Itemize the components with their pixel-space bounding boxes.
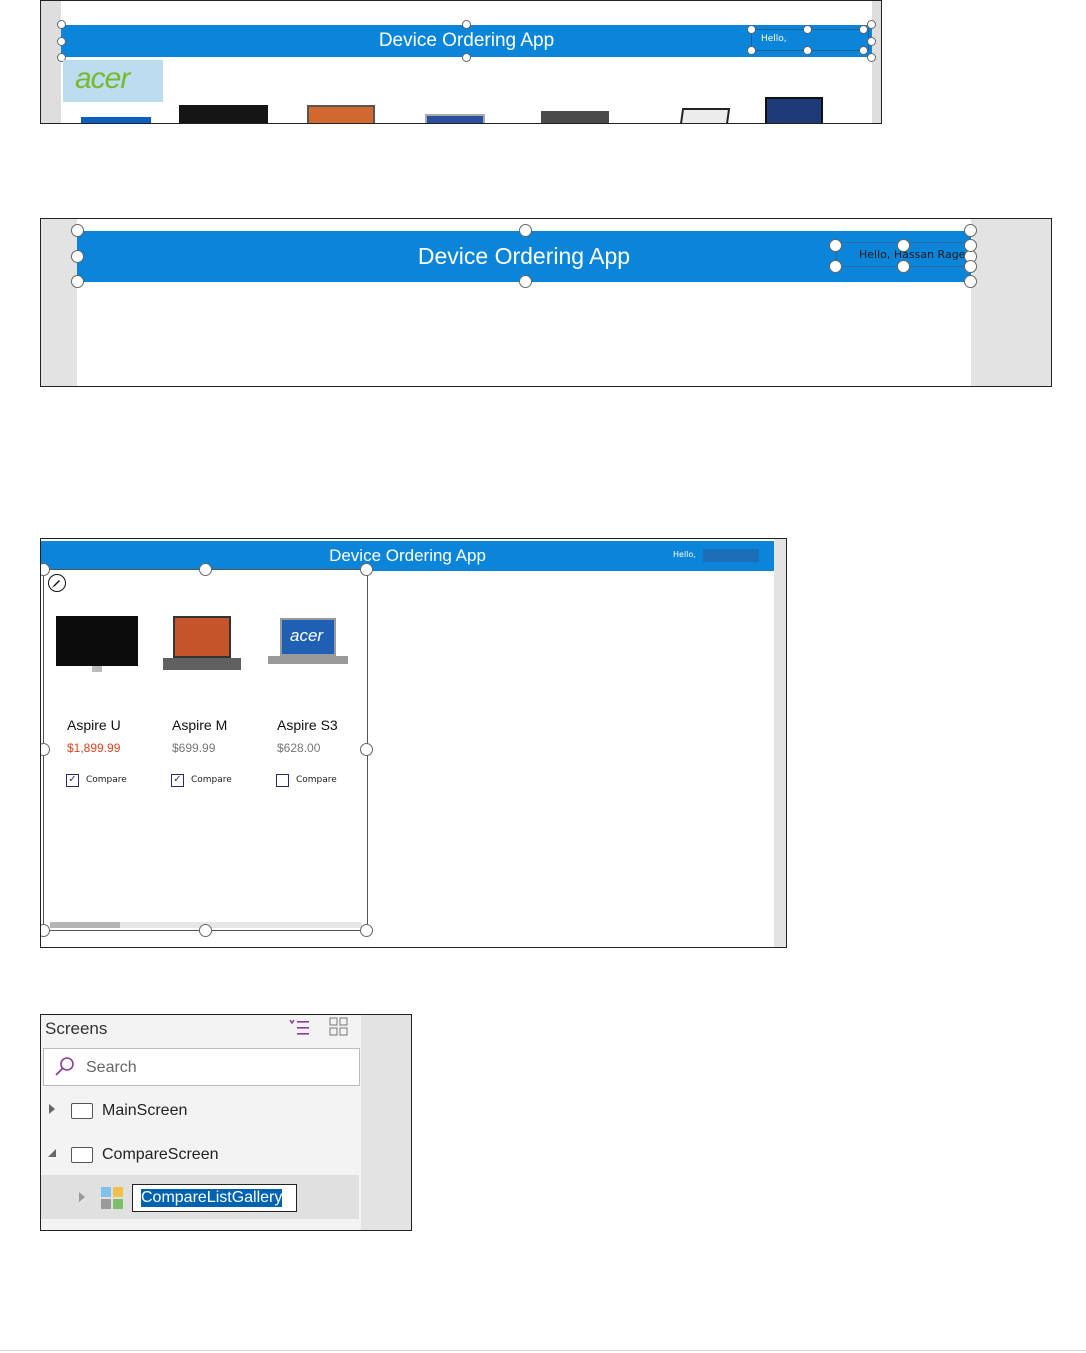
screen-icon xyxy=(71,1147,93,1163)
resize-handle[interactable] xyxy=(360,563,373,576)
product-price: $1,899.99 xyxy=(67,741,121,755)
resize-handle[interactable] xyxy=(829,239,842,252)
resize-handle[interactable] xyxy=(897,239,910,252)
search-input[interactable]: Search xyxy=(43,1048,360,1086)
product-name: Aspire U xyxy=(67,717,121,733)
app-title: Device Ordering App xyxy=(329,546,486,565)
resize-handle[interactable] xyxy=(867,53,876,62)
resize-handle[interactable] xyxy=(71,250,84,263)
monitor-image xyxy=(56,616,138,672)
rename-input-text: CompareListGallery xyxy=(141,1189,283,1207)
resize-handle[interactable] xyxy=(803,25,812,34)
device-thumbnail[interactable] xyxy=(179,105,268,123)
compare-checkbox[interactable] xyxy=(276,774,289,787)
product-name: Aspire S3 xyxy=(277,717,338,733)
resize-handle[interactable] xyxy=(803,46,812,55)
resize-handle[interactable] xyxy=(462,53,471,62)
hello-text: Hello, Hassan Rage xyxy=(859,248,966,261)
device-thumbnail[interactable] xyxy=(307,105,375,123)
brand-logo-tile[interactable] xyxy=(81,117,151,123)
screen-icon xyxy=(71,1103,93,1119)
resize-handle[interactable] xyxy=(519,224,532,237)
acer-logo: acer xyxy=(290,626,324,645)
scrollbar-thumb[interactable] xyxy=(50,922,120,928)
resize-handle[interactable] xyxy=(71,224,84,237)
expand-arrow-icon[interactable] xyxy=(48,1103,56,1115)
tree-item-label: CompareScreen xyxy=(102,1146,219,1163)
resize-handle[interactable] xyxy=(964,239,977,252)
resize-handle[interactable] xyxy=(747,46,756,55)
resize-handle[interactable] xyxy=(897,260,910,273)
rename-input[interactable]: CompareListGallery xyxy=(132,1184,297,1212)
resize-handle[interactable] xyxy=(859,25,868,34)
grid-view-icon[interactable] xyxy=(329,1017,349,1037)
header-bar[interactable]: Device Ordering App xyxy=(41,541,774,571)
search-icon xyxy=(55,1057,74,1076)
gallery-item[interactable]: Aspire M $699.99 ✓ Compare xyxy=(149,600,254,800)
resize-handle[interactable] xyxy=(964,224,977,237)
product-name: Aspire M xyxy=(172,717,228,733)
resize-handle[interactable] xyxy=(41,924,50,937)
edit-pencil-icon[interactable] xyxy=(48,574,66,592)
screens-header: Screens xyxy=(45,1019,108,1038)
resize-handle[interactable] xyxy=(199,924,212,937)
tree-item-comparescreen[interactable]: CompareScreen xyxy=(41,1135,359,1175)
check-mark-icon: ✓ xyxy=(173,774,182,785)
page-divider xyxy=(0,1350,1086,1351)
resize-handle[interactable] xyxy=(964,275,977,288)
list-view-icon[interactable] xyxy=(289,1019,311,1037)
tree-item-mainscreen[interactable]: MainScreen xyxy=(41,1091,359,1131)
expand-arrow-icon[interactable] xyxy=(78,1191,86,1203)
search-placeholder: Search xyxy=(86,1059,137,1076)
resize-handle[interactable] xyxy=(199,563,212,576)
resize-handle[interactable] xyxy=(360,924,373,937)
resize-handle[interactable] xyxy=(71,275,84,288)
device-thumbnail[interactable] xyxy=(541,111,609,123)
check-mark-icon: ✓ xyxy=(68,774,77,785)
resize-handle[interactable] xyxy=(829,260,842,273)
laptop-image: acer xyxy=(268,618,348,668)
redacted-name xyxy=(703,549,759,562)
compare-gallery[interactable]: Aspire U $1,899.99 ✓ Compare Aspire M $6… xyxy=(43,569,368,931)
resize-handle[interactable] xyxy=(519,275,532,288)
resize-handle[interactable] xyxy=(57,20,66,29)
hello-label: Hello, xyxy=(673,547,773,565)
resize-handle[interactable] xyxy=(867,20,876,29)
resize-handle[interactable] xyxy=(360,743,373,756)
gallery-icon xyxy=(101,1187,123,1209)
acer-logo: acer xyxy=(75,62,130,95)
tree-item-comparelistgallery[interactable]: CompareListGallery xyxy=(41,1175,359,1219)
device-thumbnail[interactable] xyxy=(425,114,485,123)
resize-handle[interactable] xyxy=(859,46,868,55)
compare-checkbox[interactable]: ✓ xyxy=(171,774,184,787)
tree-item-label: MainScreen xyxy=(102,1102,188,1119)
compare-label: Compare xyxy=(191,775,232,785)
compare-label: Compare xyxy=(296,775,337,785)
hello-text: Hello, xyxy=(673,550,696,559)
canvas-edge xyxy=(774,539,786,947)
compare-label: Compare xyxy=(86,775,127,785)
device-thumbnail[interactable] xyxy=(765,97,823,123)
gallery-item[interactable]: Aspire U $1,899.99 ✓ Compare xyxy=(44,600,149,800)
hello-text: Hello, xyxy=(761,34,787,44)
brand-logo-tile[interactable]: acer xyxy=(63,60,163,102)
collapse-arrow-icon[interactable] xyxy=(47,1148,57,1158)
product-price: $699.99 xyxy=(172,741,216,755)
canvas-panel-gallery: Device Ordering App Hello, Aspire U $1,8… xyxy=(40,538,787,948)
canvas-panel-top: Device Ordering App Hello, acer xyxy=(40,0,882,124)
laptop-image xyxy=(163,616,241,672)
product-price: $628.00 xyxy=(277,741,321,755)
gallery-item[interactable]: acer Aspire S3 $628.00 Compare xyxy=(254,600,359,800)
resize-handle[interactable] xyxy=(747,25,756,34)
screens-tree-panel: Screens Search MainScreen CompareScreen … xyxy=(40,1014,412,1231)
resize-handle[interactable] xyxy=(867,37,876,46)
resize-handle[interactable] xyxy=(57,37,66,46)
compare-checkbox[interactable]: ✓ xyxy=(66,774,79,787)
resize-handle[interactable] xyxy=(462,20,471,29)
canvas-panel-header: Device Ordering App Hello, Hassan Rage xyxy=(40,218,1052,387)
resize-handle[interactable] xyxy=(964,260,977,273)
device-thumbnail[interactable] xyxy=(679,108,731,123)
